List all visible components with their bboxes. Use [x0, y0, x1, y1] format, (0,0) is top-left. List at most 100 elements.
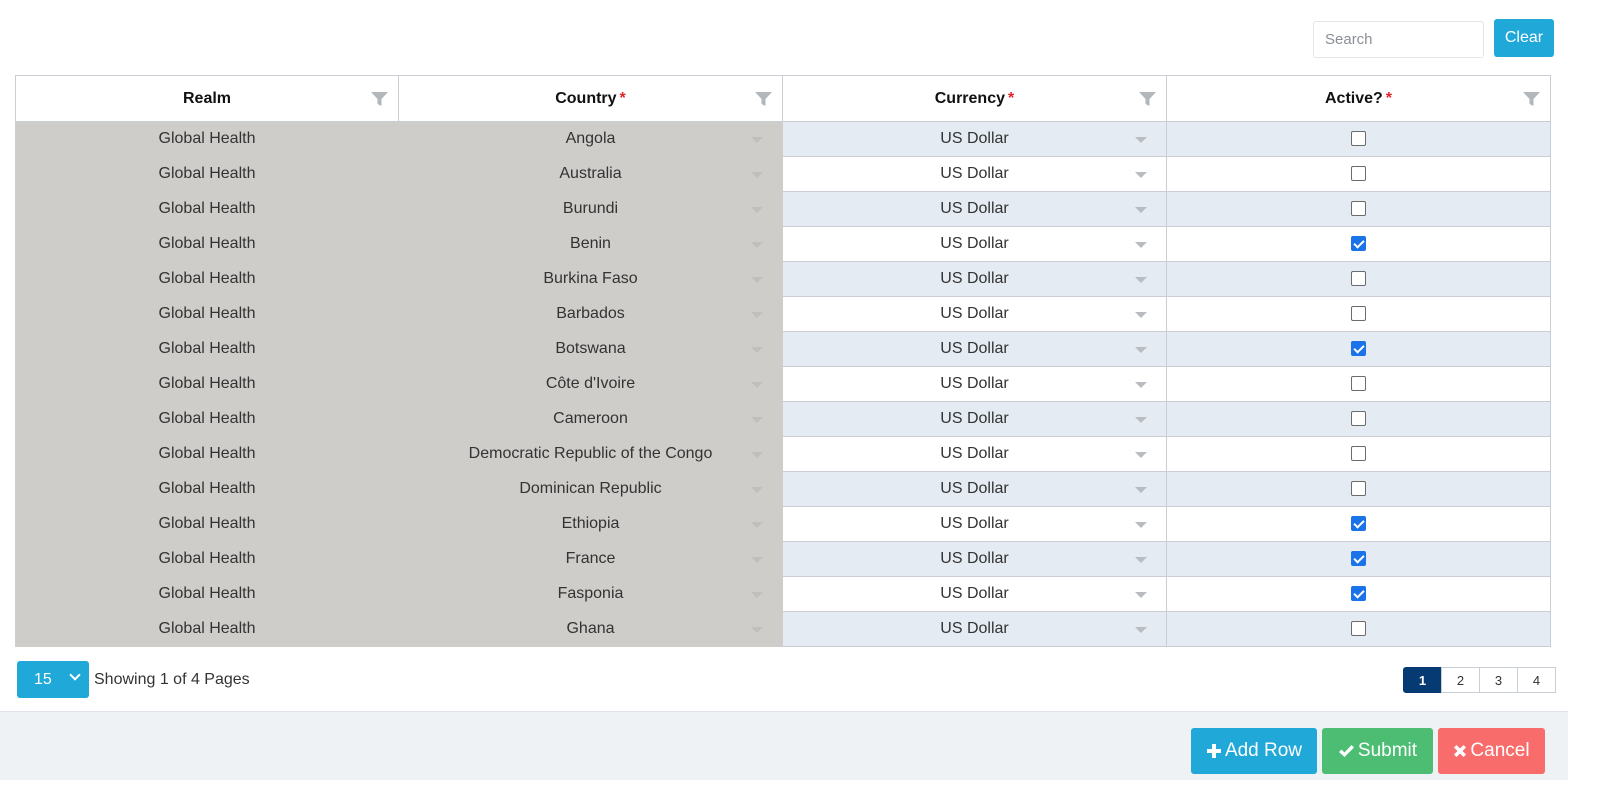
currency-cell[interactable]: US Dollar [782, 401, 1167, 437]
caret-down-icon[interactable] [751, 172, 763, 178]
active-checkbox[interactable] [1351, 201, 1366, 217]
cancel-button[interactable]: Cancel [1438, 728, 1545, 774]
country-cell[interactable]: Burkina Faso [398, 261, 783, 297]
currency-cell[interactable]: US Dollar [782, 576, 1167, 612]
active-checkbox[interactable] [1351, 306, 1366, 322]
realm-cell[interactable]: Global Health [15, 436, 399, 472]
active-checkbox[interactable] [1351, 131, 1366, 147]
realm-cell[interactable]: Global Health [15, 296, 399, 332]
caret-down-icon[interactable] [751, 242, 763, 248]
country-cell[interactable]: Cameroon [398, 401, 783, 437]
currency-cell[interactable]: US Dollar [782, 121, 1167, 157]
caret-down-icon[interactable] [1135, 207, 1147, 213]
active-checkbox[interactable] [1351, 341, 1366, 357]
country-cell[interactable]: Côte d'Ivoire [398, 366, 783, 402]
active-checkbox[interactable] [1351, 621, 1366, 637]
active-checkbox[interactable] [1351, 586, 1366, 602]
clear-button[interactable]: Clear [1494, 19, 1554, 57]
realm-cell[interactable]: Global Health [15, 331, 399, 367]
caret-down-icon[interactable] [1135, 627, 1147, 633]
caret-down-icon[interactable] [751, 382, 763, 388]
caret-down-icon[interactable] [1135, 522, 1147, 528]
active-checkbox[interactable] [1351, 411, 1366, 427]
submit-button[interactable]: Submit [1322, 728, 1433, 774]
currency-cell[interactable]: US Dollar [782, 611, 1167, 647]
realm-cell[interactable]: Global Health [15, 261, 399, 297]
active-checkbox[interactable] [1351, 376, 1366, 392]
caret-down-icon[interactable] [1135, 417, 1147, 423]
currency-cell[interactable]: US Dollar [782, 156, 1167, 192]
currency-cell[interactable]: US Dollar [782, 261, 1167, 297]
realm-cell[interactable]: Global Health [15, 611, 399, 647]
realm-cell[interactable]: Global Health [15, 366, 399, 402]
filter-icon[interactable] [371, 92, 388, 106]
filter-icon[interactable] [755, 92, 772, 106]
realm-cell[interactable]: Global Health [15, 401, 399, 437]
country-cell[interactable]: Angola [398, 121, 783, 157]
currency-cell[interactable]: US Dollar [782, 436, 1167, 472]
realm-cell[interactable]: Global Health [15, 541, 399, 577]
realm-cell[interactable]: Global Health [15, 156, 399, 192]
active-checkbox[interactable] [1351, 551, 1366, 567]
caret-down-icon[interactable] [1135, 557, 1147, 563]
caret-down-icon[interactable] [1135, 312, 1147, 318]
caret-down-icon[interactable] [751, 487, 763, 493]
active-checkbox[interactable] [1351, 236, 1366, 252]
page-button[interactable]: 4 [1517, 667, 1556, 693]
caret-down-icon[interactable] [1135, 487, 1147, 493]
country-cell[interactable]: Ghana [398, 611, 783, 647]
page-button[interactable]: 3 [1479, 667, 1518, 693]
active-checkbox[interactable] [1351, 271, 1366, 287]
realm-cell[interactable]: Global Health [15, 191, 399, 227]
realm-cell[interactable]: Global Health [15, 506, 399, 542]
caret-down-icon[interactable] [751, 137, 763, 143]
caret-down-icon[interactable] [1135, 592, 1147, 598]
country-cell[interactable]: Ethiopia [398, 506, 783, 542]
currency-cell[interactable]: US Dollar [782, 296, 1167, 332]
caret-down-icon[interactable] [1135, 277, 1147, 283]
caret-down-icon[interactable] [751, 557, 763, 563]
currency-cell[interactable]: US Dollar [782, 331, 1167, 367]
search-input[interactable] [1313, 21, 1484, 58]
caret-down-icon[interactable] [751, 417, 763, 423]
country-cell[interactable]: Fasponia [398, 576, 783, 612]
page-size-select[interactable]: 15 [17, 661, 89, 698]
caret-down-icon[interactable] [1135, 137, 1147, 143]
currency-cell[interactable]: US Dollar [782, 366, 1167, 402]
caret-down-icon[interactable] [751, 347, 763, 353]
caret-down-icon[interactable] [751, 207, 763, 213]
country-cell[interactable]: Barbados [398, 296, 783, 332]
caret-down-icon[interactable] [1135, 172, 1147, 178]
active-checkbox[interactable] [1351, 446, 1366, 462]
caret-down-icon[interactable] [751, 312, 763, 318]
currency-cell[interactable]: US Dollar [782, 226, 1167, 262]
column-header[interactable]: Realm [15, 75, 399, 122]
caret-down-icon[interactable] [751, 592, 763, 598]
realm-cell[interactable]: Global Health [15, 576, 399, 612]
column-header[interactable]: Currency * [782, 75, 1167, 122]
country-cell[interactable]: Benin [398, 226, 783, 262]
column-header[interactable]: Country * [398, 75, 783, 122]
filter-icon[interactable] [1139, 92, 1156, 106]
caret-down-icon[interactable] [751, 627, 763, 633]
caret-down-icon[interactable] [1135, 347, 1147, 353]
country-cell[interactable]: Burundi [398, 191, 783, 227]
caret-down-icon[interactable] [1135, 452, 1147, 458]
active-checkbox[interactable] [1351, 516, 1366, 532]
caret-down-icon[interactable] [1135, 242, 1147, 248]
caret-down-icon[interactable] [751, 452, 763, 458]
active-checkbox[interactable] [1351, 481, 1366, 497]
caret-down-icon[interactable] [1135, 382, 1147, 388]
caret-down-icon[interactable] [751, 522, 763, 528]
realm-cell[interactable]: Global Health [15, 121, 399, 157]
add-row-button[interactable]: Add Row [1191, 728, 1317, 774]
country-cell[interactable]: Australia [398, 156, 783, 192]
country-cell[interactable]: Botswana [398, 331, 783, 367]
active-checkbox[interactable] [1351, 166, 1366, 182]
page-button[interactable]: 1 [1403, 667, 1442, 693]
currency-cell[interactable]: US Dollar [782, 506, 1167, 542]
filter-icon[interactable] [1523, 92, 1540, 106]
country-cell[interactable]: Dominican Republic [398, 471, 783, 507]
column-header[interactable]: Active? * [1166, 75, 1551, 122]
page-button[interactable]: 2 [1441, 667, 1480, 693]
